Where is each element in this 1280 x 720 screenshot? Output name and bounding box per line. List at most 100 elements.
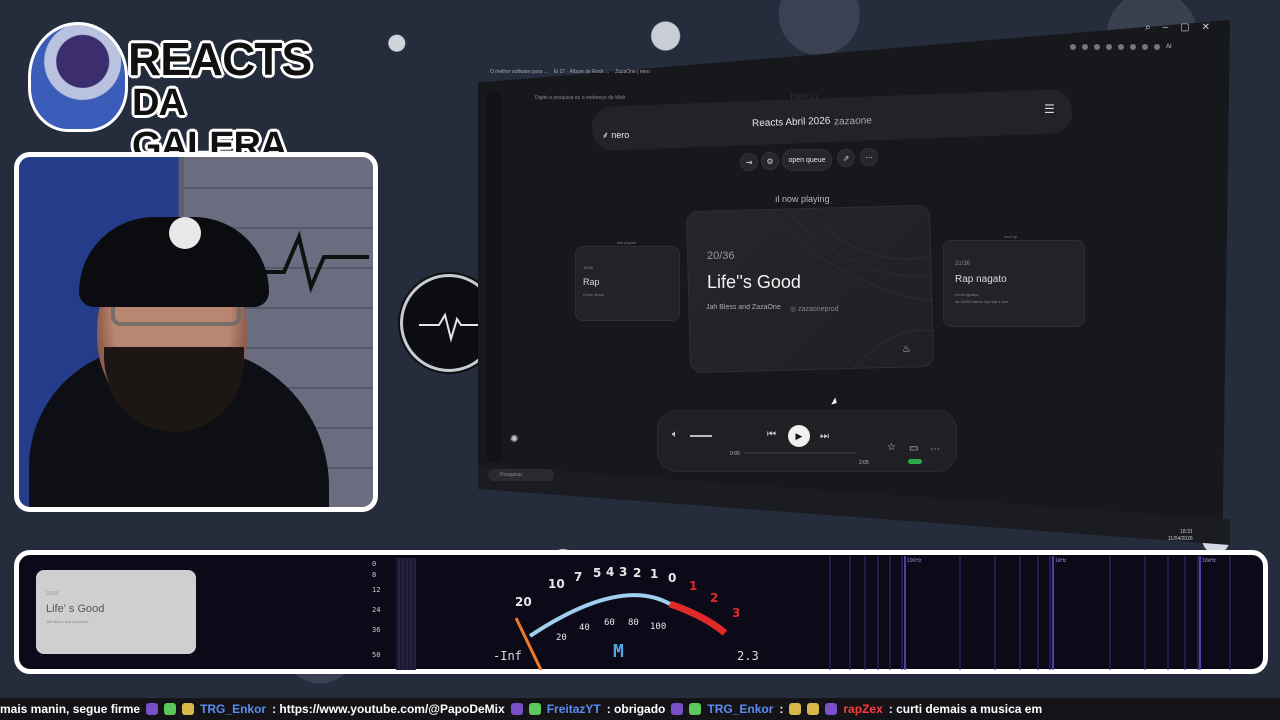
volume-slider[interactable] xyxy=(690,435,712,437)
mini-counter: 20/36 xyxy=(46,591,59,597)
ticker-text-2: : https://www.youtube.com/@PapoDeMix xyxy=(272,702,505,716)
vu-left-value: -Inf xyxy=(493,649,522,663)
browser-sidebar xyxy=(487,92,501,462)
vu-mode-label: M xyxy=(613,641,624,662)
vu-inner-40: 40 xyxy=(579,623,590,633)
volume-icon[interactable]: 🔈︎ xyxy=(672,429,678,440)
extension-icon[interactable] xyxy=(1106,44,1112,50)
vu-mark-4: 4 xyxy=(606,565,615,579)
meter-scale-4: 36 xyxy=(372,626,381,634)
open-queue-button[interactable]: open queue xyxy=(782,149,832,171)
vu-mark-0: 0 xyxy=(668,571,677,585)
meter-scale-2: 12 xyxy=(372,586,381,594)
login-icon[interactable]: ⇥ xyxy=(740,153,758,171)
taskbar-search[interactable]: Pesquisar xyxy=(488,469,554,481)
ticker-user-4: rapZex xyxy=(843,702,883,716)
extension-icon[interactable] xyxy=(1070,44,1076,50)
flame-icon: ⸙ xyxy=(602,130,612,140)
extension-icon[interactable] xyxy=(1142,44,1148,50)
playlist-owner: zazaone xyxy=(833,115,872,128)
badge-icon xyxy=(671,703,684,715)
search-icon[interactable]: ⌕ xyxy=(1145,22,1151,33)
previous-card-label: last played xyxy=(617,240,637,245)
ticker-user-3: TRG_Enkor xyxy=(707,702,774,716)
hamburger-menu-icon[interactable]: ☰ xyxy=(1044,102,1055,116)
vu-mark-2: 2 xyxy=(633,566,642,580)
spectrum-grid xyxy=(829,556,1231,670)
play-button[interactable]: ▶ xyxy=(788,425,810,447)
ticker-text-4: : xyxy=(779,702,784,716)
settings-gear-icon[interactable]: ⚙ xyxy=(761,152,779,170)
close-icon[interactable]: ✕ xyxy=(1202,22,1210,33)
ticker-text-1: mais manin, segue firme xyxy=(0,702,141,716)
more-icon[interactable]: ⋯ xyxy=(930,444,940,455)
vu-mark-1: 1 xyxy=(650,567,659,581)
vu-mark-20: 20 xyxy=(515,595,532,609)
video-camera-icon[interactable]: ▭ xyxy=(909,443,918,454)
nero-logo[interactable]: ⸙ nero xyxy=(602,128,629,141)
next-track-icon[interactable]: ⏭︎ xyxy=(820,431,829,442)
cap-logo-icon xyxy=(169,217,201,249)
tab-1[interactable]: O melhor software para ... xyxy=(490,69,548,75)
spectrum-label-100hz: 100Hz xyxy=(907,558,922,564)
current-track-handle[interactable]: ◎ zazaoneprod xyxy=(790,305,839,313)
badge-icon xyxy=(689,703,702,715)
vu-mark-red-3: 3 xyxy=(732,606,741,620)
channel-logo: REACTS DA GALERA xyxy=(28,22,312,167)
vu-inner-100: 100 xyxy=(650,622,667,632)
badge-icon xyxy=(182,703,195,715)
theme-toggle-icon[interactable]: ✺ xyxy=(510,434,518,445)
spectrum-label-1khz: 1kHz xyxy=(1055,558,1067,564)
favorite-star-icon[interactable]: ☆ xyxy=(887,442,896,453)
now-playing-text: now playing xyxy=(782,194,830,204)
next-card-title: Rap nagato xyxy=(955,274,1007,285)
next-card-artist: Kevin Iguaçu xyxy=(955,292,979,297)
vu-mark-3: 3 xyxy=(619,565,628,579)
emote-icon xyxy=(789,703,802,715)
spectrum-analyzer: 100Hz 1kHz 10kHz xyxy=(810,556,1260,670)
previous-card-counter: 19/36 xyxy=(583,265,594,270)
tab-3[interactable]: ZazaOne | nero xyxy=(615,69,650,75)
tray-clock: 18:31 11/04/2026 xyxy=(1168,529,1193,543)
vu-inner-60: 60 xyxy=(604,618,615,628)
vu-mark-red-1: 1 xyxy=(689,579,698,593)
badge-icon xyxy=(528,703,541,715)
now-playing-label: ıl now playing xyxy=(775,194,830,204)
previous-track-icon[interactable]: ⏮︎ xyxy=(767,429,776,440)
mini-title: Life' s Good xyxy=(46,603,105,615)
minimize-icon[interactable]: – xyxy=(1163,22,1169,33)
webcam-frame xyxy=(14,152,378,512)
vu-mark-red-2: 2 xyxy=(710,591,719,605)
extension-icon[interactable] xyxy=(1094,44,1100,50)
duration-time: 2:05 xyxy=(859,460,869,466)
vu-mark-10: 10 xyxy=(548,577,565,591)
extension-icon[interactable] xyxy=(1130,44,1136,50)
level-bars xyxy=(396,558,416,670)
next-card-counter: 21/36 xyxy=(955,261,971,267)
profile-icon[interactable] xyxy=(1154,44,1160,50)
progress-bar[interactable] xyxy=(745,452,855,454)
meter-scale-0: 0 xyxy=(372,560,377,568)
browser-tabs: O melhor software para ... Ei 27 · Álbum… xyxy=(490,64,670,80)
chat-ticker: mais manin, segue firme TRG_Enkor : http… xyxy=(0,698,1280,720)
mini-artist: Jah Bless and ZazaOne xyxy=(46,619,89,624)
meter-scale-1: 8 xyxy=(372,571,377,579)
ai-button[interactable]: AI xyxy=(1166,44,1172,56)
live-badge xyxy=(908,459,922,464)
current-track-artist: Jah Bless and ZazaOne xyxy=(706,304,781,311)
more-options-icon[interactable]: ⋯ xyxy=(860,148,878,166)
share-icon[interactable]: ⇗ xyxy=(837,149,855,167)
maximize-icon[interactable]: ▢ xyxy=(1180,22,1189,33)
tab-2[interactable]: Ei 27 · Álbum de Rock ... xyxy=(554,69,609,75)
nero-logo-text: nero xyxy=(611,130,630,140)
ticker-text-5: : curti demais a musica em xyxy=(888,702,1043,716)
extension-icon[interactable] xyxy=(1118,44,1124,50)
ticker-user-2: FreitazYT xyxy=(546,702,601,716)
extension-icon[interactable] xyxy=(1082,44,1088,50)
ticker-text-3: : obrigado xyxy=(606,702,666,716)
emote-icon xyxy=(807,703,820,715)
vu-inner-80: 80 xyxy=(628,618,639,628)
meter-scale-5: 50 xyxy=(372,651,381,659)
previous-card-title: Rap xyxy=(583,277,600,287)
badge-icon xyxy=(825,703,838,715)
